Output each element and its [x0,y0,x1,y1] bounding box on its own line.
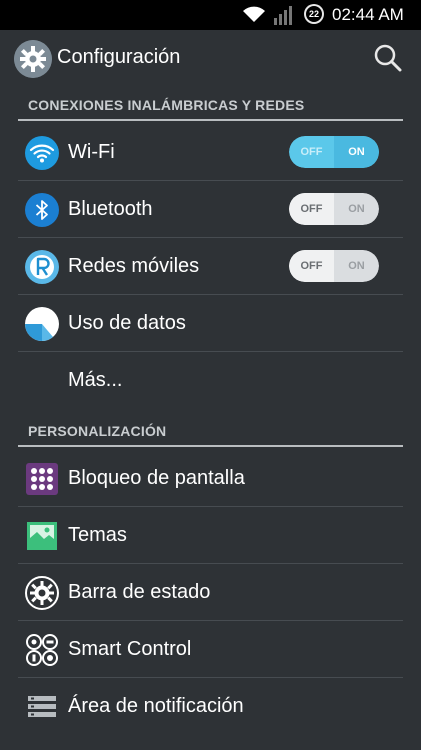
search-icon[interactable] [372,42,404,74]
settings-item-more[interactable]: Más... [18,352,403,409]
settings-item-label: Wi-Fi [68,141,115,163]
settings-item-mobile-networks[interactable]: Redes móviles OFF ON [18,238,403,295]
settings-item-label: Barra de estado [68,581,211,603]
status-signal-icon [274,6,292,25]
action-bar: Configuración [0,30,421,87]
gear-icon [14,40,52,78]
toggle-off-label: OFF [289,193,334,225]
bluetooth-icon [25,193,59,227]
smart-control-icon [26,634,58,666]
themes-icon [27,522,57,550]
toggle-on-label: ON [348,260,365,272]
settings-item-label: Smart Control [68,638,192,660]
settings-item-label: Bloqueo de pantalla [68,467,245,489]
settings-item-label: Bluetooth [68,198,153,220]
settings-item-label: Más... [68,369,123,391]
lock-pattern-icon [26,463,58,495]
status-bar: 22 02:44 AM [0,0,421,30]
settings-item-smart-control[interactable]: Smart Control [18,621,403,678]
status-time: 02:44 AM [332,5,404,24]
gear-ring-icon [25,576,59,610]
data-usage-icon [25,307,59,342]
settings-item-bluetooth[interactable]: Bluetooth OFF ON [18,181,403,238]
section-header-wireless: CONEXIONES INALÁMBRICAS Y REDES [18,89,403,121]
toggle-off-label: OFF [300,146,323,158]
mobile-networks-toggle[interactable]: OFF ON [289,250,379,282]
wifi-toggle[interactable]: OFF ON [289,136,379,168]
settings-item-label: Temas [68,524,127,546]
settings-item-notification-area[interactable]: Área de notificación [18,678,403,735]
settings-item-label: Área de notificación [68,695,244,717]
section-divider [18,445,403,447]
toggle-off-label: OFF [289,250,334,282]
wifi-icon [25,136,59,170]
section-header-personalization: PERSONALIZACIÓN [18,415,403,447]
notification-count-badge: 22 [304,4,324,24]
settings-item-label: Redes móviles [68,255,200,277]
bluetooth-toggle[interactable]: OFF ON [289,193,379,225]
mobile-networks-icon [25,250,59,284]
status-wifi-icon [243,6,265,22]
settings-item-themes[interactable]: Temas [18,507,403,564]
page-title: Configuración [57,46,181,68]
toggle-on-label: ON [348,203,365,215]
settings-item-data-usage[interactable]: Uso de datos [18,295,403,352]
section-divider [18,119,403,121]
notification-panel-icon [28,696,56,717]
settings-item-wifi[interactable]: Wi-Fi OFF ON [18,124,403,181]
settings-item-status-bar[interactable]: Barra de estado [18,564,403,621]
settings-item-lock-screen[interactable]: Bloqueo de pantalla [18,450,403,507]
toggle-on-label: ON [334,136,379,168]
settings-item-label: Uso de datos [68,312,186,334]
